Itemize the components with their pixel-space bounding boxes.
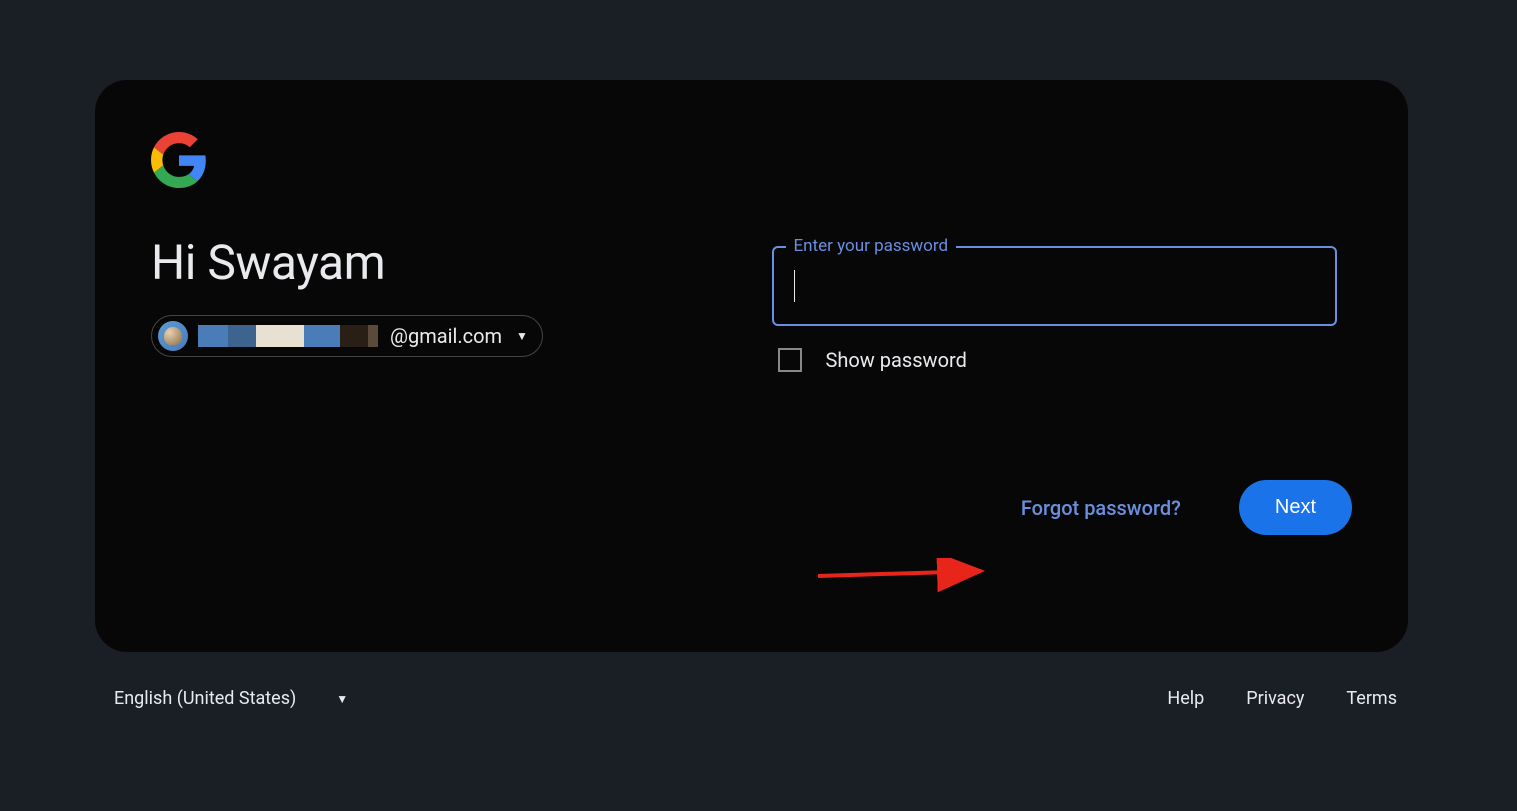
email-domain: @gmail.com	[390, 324, 502, 348]
greeting-heading: Hi Swayam	[151, 234, 732, 291]
password-input[interactable]	[772, 246, 1337, 326]
language-selector[interactable]: English (United States) ▼	[114, 688, 348, 709]
show-password-label: Show password	[826, 348, 967, 372]
google-logo-icon	[151, 132, 207, 188]
next-button[interactable]: Next	[1239, 480, 1352, 535]
forgot-password-link[interactable]: Forgot password?	[1021, 496, 1181, 520]
password-field-wrap: Enter your password	[772, 246, 1353, 326]
privacy-link[interactable]: Privacy	[1246, 688, 1304, 709]
signin-card: Hi Swayam @gmail.com ▼ Enter your passwo…	[95, 80, 1408, 652]
chevron-down-icon: ▼	[516, 329, 528, 343]
account-switcher-chip[interactable]: @gmail.com ▼	[151, 315, 543, 357]
password-label: Enter your password	[786, 236, 957, 256]
show-password-checkbox[interactable]	[778, 348, 802, 372]
help-link[interactable]: Help	[1167, 688, 1204, 709]
terms-link[interactable]: Terms	[1346, 688, 1397, 709]
text-cursor	[794, 270, 795, 302]
chevron-down-icon: ▼	[336, 692, 348, 706]
email-redacted	[198, 325, 378, 347]
language-label: English (United States)	[114, 688, 296, 709]
avatar	[158, 321, 188, 351]
footer: English (United States) ▼ Help Privacy T…	[114, 688, 1397, 709]
